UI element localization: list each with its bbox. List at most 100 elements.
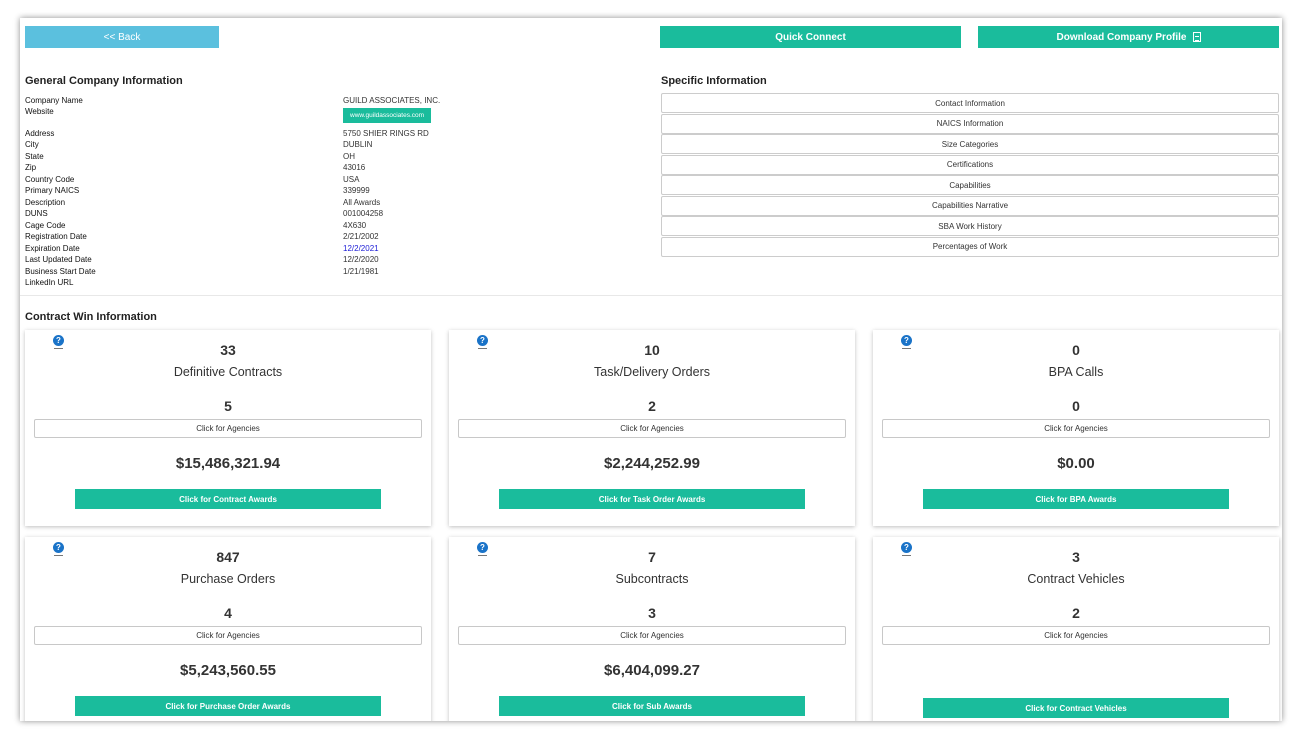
specific-item-percentages-of-work[interactable]: Percentages of Work — [661, 236, 1279, 257]
info-row-registration-date: Registration Date 2/21/2002 — [25, 231, 645, 243]
info-row-cage-code: Cage Code 4X630 — [25, 220, 645, 232]
back-button[interactable]: << Back — [25, 26, 219, 48]
specific-info-list: Contact Information NAICS Information Si… — [661, 93, 1279, 257]
contract-win-title: Contract Win Information — [25, 311, 157, 323]
info-value: 43016 — [343, 163, 366, 173]
info-value: DUBLIN — [343, 140, 373, 150]
contract-count: 10 — [644, 342, 660, 358]
task-order-awards-button[interactable]: Click for Task Order Awards — [499, 489, 805, 509]
contract-count: 3 — [1072, 549, 1080, 565]
download-label: Download Company Profile — [1056, 31, 1187, 43]
award-amount: $6,404,099.27 — [604, 662, 700, 679]
specific-item-naics-information[interactable]: NAICS Information — [661, 113, 1279, 134]
click-for-agencies-button[interactable]: Click for Agencies — [882, 419, 1270, 438]
section-divider — [20, 295, 1282, 296]
agency-count: 4 — [224, 605, 232, 621]
info-label: Company Name — [25, 96, 83, 106]
info-value: 339999 — [343, 186, 370, 196]
contract-count: 847 — [216, 549, 240, 565]
info-label: Zip — [25, 163, 37, 173]
info-value: All Awards — [343, 197, 381, 207]
info-value: 5750 SHIER RINGS RD — [343, 128, 429, 138]
info-row-duns: DUNS 001004258 — [25, 208, 645, 220]
info-row-zip: Zip 43016 — [25, 162, 645, 174]
contract-type-label: Contract Vehicles — [1027, 572, 1125, 586]
contract-vehicles-button[interactable]: Click for Contract Vehicles — [923, 698, 1229, 718]
card-definitive-contracts: ? 33 Definitive Contracts 5 Click for Ag… — [25, 330, 431, 526]
info-value: USA — [343, 174, 360, 184]
card-contract-vehicles: ? 3 Contract Vehicles 2 Click for Agenci… — [873, 537, 1279, 721]
bpa-awards-button[interactable]: Click for BPA Awards — [923, 489, 1229, 509]
info-row-primary-naics: Primary NAICS 339999 — [25, 185, 645, 197]
specific-item-capabilities[interactable]: Capabilities — [661, 175, 1279, 195]
click-for-agencies-button[interactable]: Click for Agencies — [458, 419, 846, 438]
contract-type-label: BPA Calls — [1048, 365, 1104, 379]
info-label: Cage Code — [25, 220, 66, 230]
specific-item-capabilities-narrative[interactable]: Capabilities Narrative — [661, 195, 1279, 216]
info-row-linkedin-url: LinkedIn URL — [25, 277, 645, 289]
info-row-company-name: Company Name GUILD ASSOCIATES, INC. — [25, 95, 645, 107]
general-info-title: General Company Information — [25, 75, 183, 87]
download-company-profile-button[interactable]: Download Company Profile — [978, 26, 1279, 48]
info-row-last-updated-date: Last Updated Date 12/2/2020 — [25, 254, 645, 266]
page-frame: << Back Quick Connect Download Company P… — [20, 18, 1282, 721]
card-subcontracts: ? 7 Subcontracts 3 Click for Agencies $6… — [449, 537, 855, 721]
general-info-table: Company Name GUILD ASSOCIATES, INC. Webs… — [25, 95, 645, 289]
award-amount: $0.00 — [1057, 455, 1095, 472]
specific-item-sba-work-history[interactable]: SBA Work History — [661, 216, 1279, 236]
info-value: 001004258 — [343, 209, 384, 219]
info-label: Address — [25, 128, 55, 138]
info-row-business-start-date: Business Start Date 1/21/1981 — [25, 266, 645, 278]
contract-count: 7 — [648, 549, 656, 565]
info-label: Description — [25, 197, 66, 207]
info-value: 12/2/2020 — [343, 255, 379, 265]
info-row-expiration-date: Expiration Date 12/2/2021 — [25, 243, 645, 255]
purchase-order-awards-button[interactable]: Click for Purchase Order Awards — [75, 696, 381, 716]
contract-type-label: Task/Delivery Orders — [594, 365, 710, 379]
info-label: Business Start Date — [25, 266, 96, 276]
info-label: LinkedIn URL — [25, 278, 74, 288]
contract-count: 0 — [1072, 342, 1080, 358]
info-label: Registration Date — [25, 232, 87, 242]
specific-info-title: Specific Information — [661, 75, 767, 87]
info-row-state: State OH — [25, 151, 645, 163]
info-row-country-code: Country Code USA — [25, 174, 645, 186]
info-label: Last Updated Date — [25, 255, 92, 265]
info-value: 2/21/2002 — [343, 232, 379, 242]
info-label: Primary NAICS — [25, 186, 80, 196]
agency-count: 5 — [224, 398, 232, 414]
website-button[interactable]: www.guildassociates.com — [343, 107, 432, 123]
quick-connect-button[interactable]: Quick Connect — [660, 26, 961, 48]
card-purchase-orders: ? 847 Purchase Orders 4 Click for Agenci… — [25, 537, 431, 721]
award-amount: $15,486,321.94 — [175, 455, 281, 472]
info-row-city: City DUBLIN — [25, 139, 645, 151]
card-bpa-calls: ? 0 BPA Calls 0 Click for Agencies $0.00… — [873, 330, 1279, 526]
card-task-delivery-orders: ? 10 Task/Delivery Orders 2 Click for Ag… — [449, 330, 855, 526]
info-label: DUNS — [25, 209, 48, 219]
info-value: OH — [343, 151, 355, 161]
click-for-agencies-button[interactable]: Click for Agencies — [458, 626, 846, 645]
award-amount: $2,244,252.99 — [604, 455, 700, 472]
specific-item-certifications[interactable]: Certifications — [661, 154, 1279, 175]
contract-type-label: Subcontracts — [615, 572, 689, 586]
click-for-agencies-button[interactable]: Click for Agencies — [34, 626, 422, 645]
specific-item-contact-information[interactable]: Contact Information — [661, 93, 1279, 113]
sub-awards-button[interactable]: Click for Sub Awards — [499, 696, 805, 716]
click-for-agencies-button[interactable]: Click for Agencies — [882, 626, 1270, 645]
agency-count: 0 — [1072, 398, 1080, 414]
info-label: Country Code — [25, 174, 75, 184]
click-for-agencies-button[interactable]: Click for Agencies — [34, 419, 422, 438]
award-amount: $5,243,560.55 — [180, 662, 276, 679]
specific-item-size-categories[interactable]: Size Categories — [661, 134, 1279, 154]
info-label: City — [25, 140, 39, 150]
contract-count: 33 — [220, 342, 236, 358]
agency-count: 2 — [648, 398, 656, 414]
contract-type-label: Definitive Contracts — [173, 365, 283, 379]
info-row-website: Website www.guildassociates.com — [25, 107, 645, 124]
info-label: Expiration Date — [25, 243, 80, 253]
info-row-description: Description All Awards — [25, 197, 645, 209]
agency-count: 2 — [1072, 605, 1080, 621]
info-label: Website — [25, 106, 54, 116]
info-value: GUILD ASSOCIATES, INC. — [343, 96, 441, 106]
contract-awards-button[interactable]: Click for Contract Awards — [75, 489, 381, 509]
